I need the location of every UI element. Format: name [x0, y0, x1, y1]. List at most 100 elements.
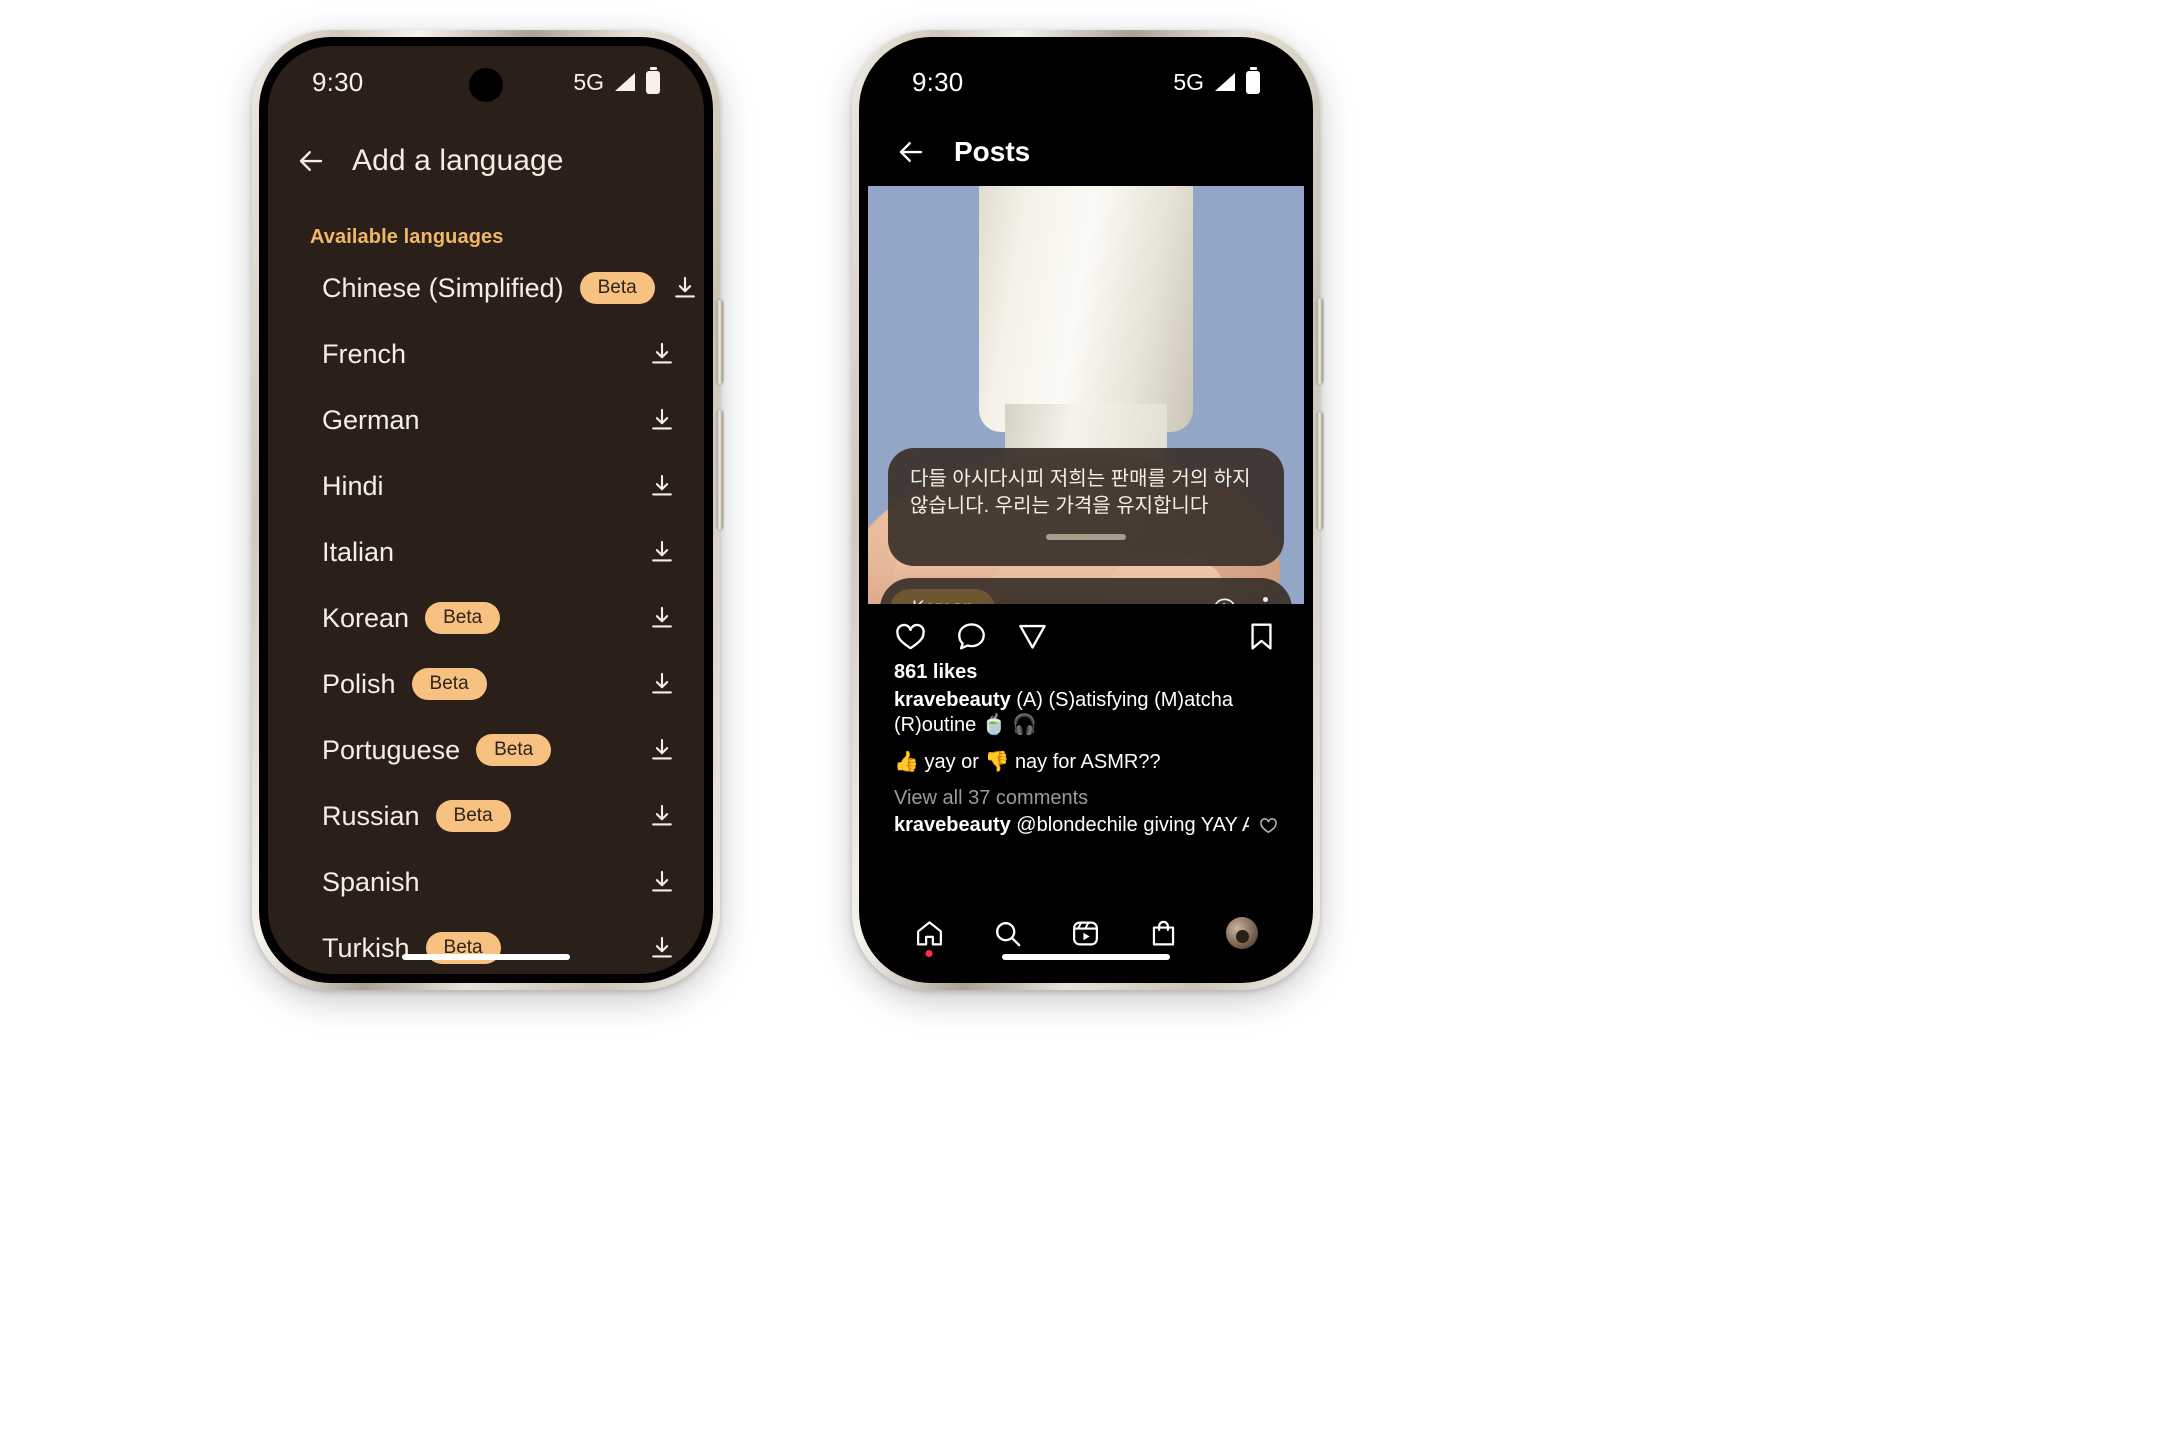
status-bar-right: 9:30 5G — [868, 46, 1304, 118]
home-icon — [916, 920, 942, 945]
volume-up-button-left-phone[interactable] — [717, 300, 723, 384]
post-caption: kravebeauty (A) (S)atisfying (M)atcha (R… — [894, 688, 1278, 738]
home-indicator-right — [1002, 954, 1170, 960]
phone-right-bezel: 9:30 5G Posts 다들 아시다시피 저희는 판매를 거의 하지 않습니… — [859, 37, 1313, 983]
volume-down-button-left-phone[interactable] — [717, 410, 723, 530]
add-language-screen: 9:30 5G Add a language Available languag… — [268, 46, 704, 974]
language-row[interactable]: Turkish Beta — [268, 915, 704, 974]
network-label: 5G — [573, 68, 604, 95]
post-body: 861 likes kravebeauty (A) (S)atisfying (… — [868, 659, 1304, 898]
tab-home[interactable] — [914, 918, 945, 957]
app-bar-add-language: Add a language — [268, 118, 704, 204]
instagram-posts-screen: 9:30 5G Posts 다들 아시다시피 저희는 판매를 거의 하지 않습니… — [868, 46, 1304, 974]
language-name: Spanish — [322, 866, 420, 897]
product-bottle: KRAVEBEAUTY 4.05 FL.OZ e 120ML — [979, 186, 1193, 432]
battery-icon — [646, 66, 660, 94]
language-row[interactable]: French — [268, 321, 704, 387]
post-media[interactable]: KRAVEBEAUTY 4.05 FL.OZ e 120ML 다들 아시다시피 … — [868, 186, 1304, 604]
language-name: Turkish — [322, 932, 410, 963]
language-row[interactable]: Russian Beta — [268, 783, 704, 849]
search-icon — [995, 921, 1021, 946]
status-indicators: 5G — [1173, 66, 1260, 96]
language-row[interactable]: Hindi — [268, 453, 704, 519]
app-bar-posts: Posts — [868, 118, 1304, 186]
download-icon[interactable] — [648, 934, 676, 962]
download-icon[interactable] — [648, 604, 676, 632]
battery-icon — [1246, 66, 1260, 94]
bottom-tab-bar — [868, 898, 1304, 974]
status-time: 9:30 — [912, 66, 964, 97]
download-icon[interactable] — [671, 274, 699, 302]
beta-badge: Beta — [579, 272, 655, 304]
tab-profile-avatar[interactable] — [1226, 917, 1259, 949]
shopping-bag-icon — [1153, 920, 1175, 945]
page-title: Posts — [954, 136, 1031, 167]
status-bar-left: 9:30 5G — [268, 46, 704, 118]
download-icon[interactable] — [648, 538, 676, 566]
kebab-menu-icon[interactable] — [1262, 596, 1268, 605]
download-icon[interactable] — [648, 340, 676, 368]
language-name: French — [322, 338, 407, 369]
bookmark-icon[interactable] — [1245, 620, 1278, 653]
translation-toolbar[interactable]: Korean — [880, 578, 1292, 604]
comment-row: kravebeauty @blondechile giving YAY ALL … — [894, 813, 1278, 838]
translated-caption-overlay[interactable]: 다들 아시다시피 저희는 판매를 거의 하지 않습니다. 우리는 가격을 유지합… — [888, 448, 1284, 566]
language-row[interactable]: Korean Beta — [268, 585, 704, 651]
download-icon[interactable] — [648, 406, 676, 434]
tab-search[interactable] — [992, 918, 1023, 949]
status-time: 9:30 — [312, 66, 364, 97]
heart-outline-icon[interactable] — [1259, 816, 1278, 835]
language-name: Polish — [322, 668, 396, 699]
comment-icon[interactable] — [955, 620, 988, 653]
caption-overlay-text: 다들 아시다시피 저희는 판매를 거의 하지 않습니다. 우리는 가격을 유지합… — [910, 468, 1251, 517]
status-indicators: 5G — [573, 66, 660, 96]
download-icon[interactable] — [648, 736, 676, 764]
language-row[interactable]: Chinese (Simplified) Beta — [268, 255, 704, 321]
volume-up-button-right-phone[interactable] — [1317, 298, 1323, 384]
back-arrow-icon[interactable] — [896, 137, 926, 167]
back-arrow-icon[interactable] — [296, 146, 326, 176]
download-icon[interactable] — [648, 802, 676, 830]
language-row[interactable]: Italian — [268, 519, 704, 585]
language-row[interactable]: Polish Beta — [268, 651, 704, 717]
beta-badge: Beta — [425, 602, 501, 634]
language-name: Chinese (Simplified) — [322, 272, 564, 303]
network-label: 5G — [1173, 68, 1204, 95]
caption-username[interactable]: kravebeauty — [894, 689, 1011, 711]
language-row[interactable]: German — [268, 387, 704, 453]
signal-bars-icon — [1215, 73, 1235, 91]
signal-bars-icon — [615, 73, 635, 91]
language-name: German — [322, 404, 420, 435]
caption-drag-handle[interactable] — [1046, 534, 1126, 540]
beta-badge: Beta — [411, 668, 487, 700]
section-header-available-languages: Available languages — [310, 226, 504, 248]
language-name: Portuguese — [322, 734, 461, 765]
download-icon[interactable] — [648, 472, 676, 500]
beta-badge: Beta — [476, 734, 552, 766]
home-indicator-left — [402, 954, 570, 960]
likes-count: 861 likes — [894, 661, 978, 683]
reels-icon — [1073, 921, 1098, 945]
language-list[interactable]: Chinese (Simplified) Beta French German Hind… — [268, 255, 704, 974]
comment-username[interactable]: kravebeauty — [894, 814, 1011, 836]
heart-icon[interactable] — [894, 620, 927, 653]
view-all-comments-link[interactable]: View all 37 comments — [894, 787, 1278, 810]
language-name: Italian — [322, 536, 395, 567]
comment-text: @blondechile giving YAY ALL DAYY 🍵 🙌 — [1016, 814, 1249, 836]
language-name: Hindi — [322, 470, 384, 501]
product-volume-text: 4.05 FL.OZ e 120ML — [1040, 186, 1132, 188]
download-icon[interactable] — [648, 868, 676, 896]
post-action-bar — [868, 604, 1304, 659]
volume-down-button-right-phone[interactable] — [1317, 412, 1323, 530]
language-row[interactable]: Portuguese Beta — [268, 717, 704, 783]
language-chip-korean[interactable]: Korean — [890, 589, 996, 604]
palette-icon[interactable] — [1211, 596, 1238, 605]
tab-shop[interactable] — [1148, 918, 1179, 949]
tab-reels[interactable] — [1070, 918, 1101, 949]
post-caption-line2: 👍 yay or 👎 nay for ASMR?? — [894, 751, 1161, 773]
share-paperplane-icon[interactable] — [1016, 620, 1049, 653]
download-icon[interactable] — [648, 670, 676, 698]
page-title: Add a language — [352, 144, 564, 177]
language-row[interactable]: Spanish — [268, 849, 704, 915]
screenshot-stage: 9:30 5G Add a language Available languag… — [0, 0, 2160, 1440]
